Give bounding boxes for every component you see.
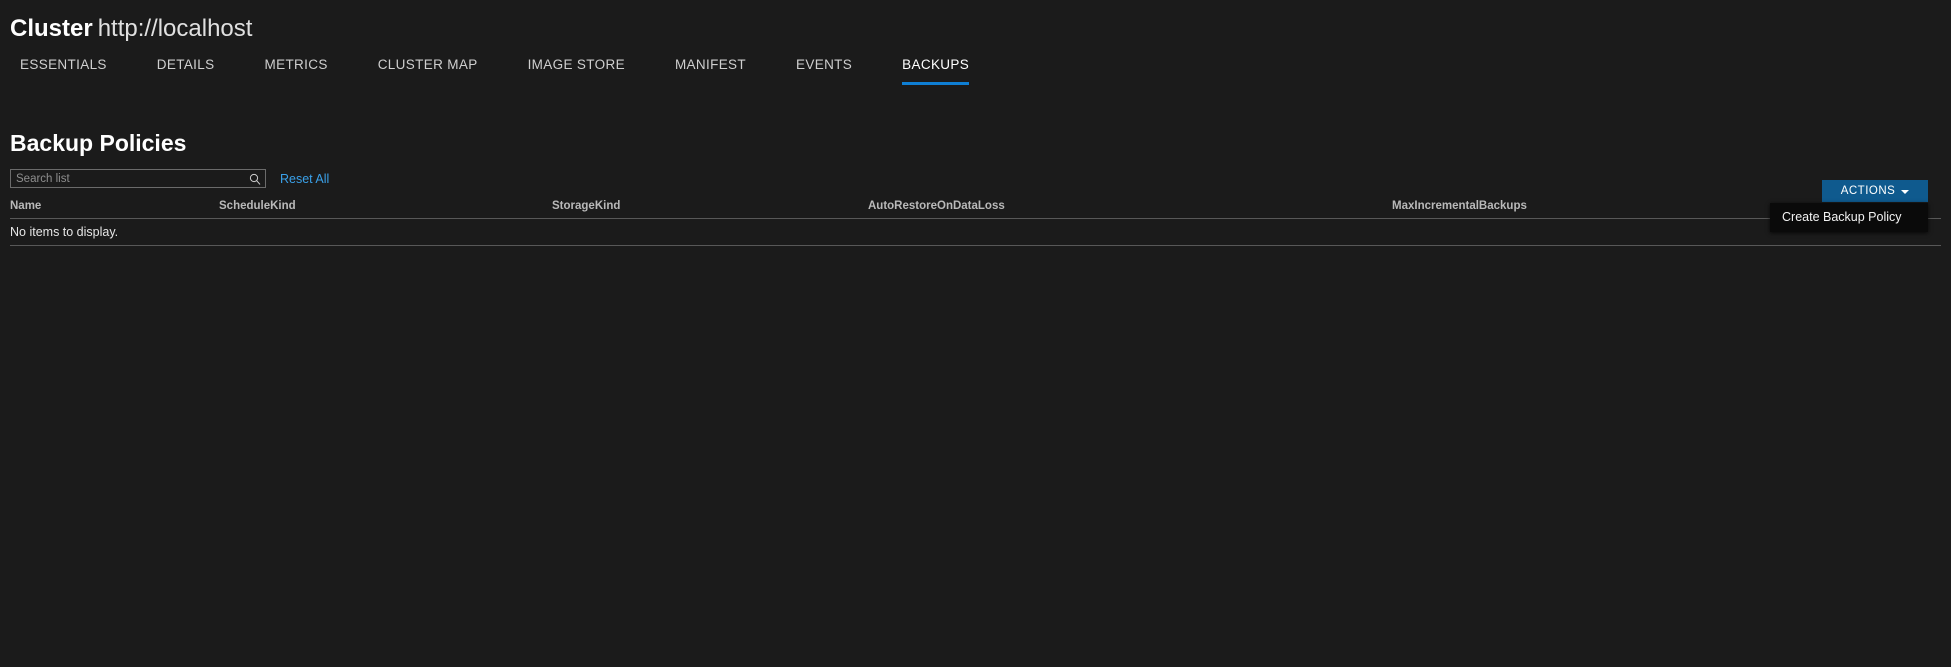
column-header-name[interactable]: Name [10,200,219,212]
actions-button-label: ACTIONS [1840,185,1896,197]
column-header-storagekind[interactable]: StorageKind [552,200,868,212]
resource-name-label: http://localhost [97,15,253,42]
tab-events[interactable]: EVENTS [796,57,852,87]
tab-backups[interactable]: BACKUPS [902,57,970,87]
chevron-down-icon [1901,190,1910,194]
page-title: Cluster http://localhost [10,14,1951,44]
search-input[interactable] [11,170,265,187]
tab-label: METRICS [264,57,328,72]
tab-image-store[interactable]: IMAGE STORE [528,57,625,87]
tab-label: MANIFEST [674,57,747,72]
tab-label: BACKUPS [902,57,970,72]
list-toolbar: Reset All [10,169,1951,188]
actions-button[interactable]: ACTIONS [1822,180,1928,202]
search-box[interactable] [10,169,266,188]
backup-policies-section: Backup Policies Reset All Name ScheduleK… [0,129,1951,246]
tab-label: EVENTS [796,57,853,72]
menu-item-label: Create Backup Policy [1782,210,1902,224]
resource-type-label: Cluster [10,15,93,42]
backup-policies-table: Name ScheduleKind StorageKind AutoRestor… [10,200,1941,246]
tab-manifest[interactable]: MANIFEST [675,57,746,87]
search-icon[interactable] [249,173,261,185]
table-empty-row: No items to display. [10,219,1941,246]
page-header: Cluster http://localhost ESSENTIALS DETAI… [0,0,1951,87]
column-header-schedulekind[interactable]: ScheduleKind [219,200,552,212]
column-header-autorestoreondataloss[interactable]: AutoRestoreOnDataLoss [868,200,1392,212]
reset-all-link[interactable]: Reset All [280,172,329,186]
table-header-row: Name ScheduleKind StorageKind AutoRestor… [10,200,1941,219]
list-title: Backup Policies [10,130,187,156]
tab-label: ESSENTIALS [20,57,107,72]
tab-bar: ESSENTIALS DETAILS METRICS CLUSTER MAP I… [10,57,1951,87]
tab-label: IMAGE STORE [527,57,625,72]
tab-details[interactable]: DETAILS [157,57,215,87]
tab-metrics[interactable]: METRICS [265,57,328,87]
menu-item-create-backup-policy[interactable]: Create Backup Policy [1770,208,1928,227]
tab-label: CLUSTER MAP [377,57,478,72]
tab-label: DETAILS [156,57,215,72]
empty-state-text: No items to display. [10,225,119,239]
actions-dropdown-menu: Create Backup Policy [1770,203,1928,232]
tab-cluster-map[interactable]: CLUSTER MAP [378,57,478,87]
tab-essentials[interactable]: ESSENTIALS [20,57,107,87]
